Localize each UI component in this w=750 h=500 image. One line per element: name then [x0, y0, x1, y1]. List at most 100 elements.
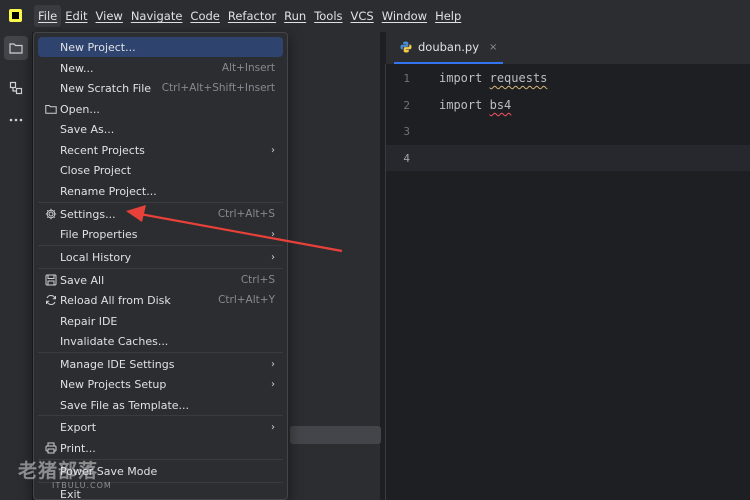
menu-item-label: Save All	[60, 273, 105, 287]
menu-item-save-all[interactable]: Save All Ctrl+S	[38, 270, 283, 290]
shortcut-label: Ctrl+Alt+Shift+Insert	[161, 82, 275, 94]
folder-icon[interactable]	[4, 36, 28, 60]
menu-item-label: New...	[60, 61, 94, 75]
tab-douban-py[interactable]: douban.py ×	[394, 32, 504, 64]
menu-view[interactable]: View	[92, 0, 127, 32]
menu-item-label: Export	[60, 420, 97, 434]
tool-window-strip	[0, 32, 33, 500]
menu-item-export[interactable]: Export ›	[38, 417, 283, 437]
shortcut-label: Ctrl+S	[240, 274, 275, 286]
project-selected-row[interactable]	[290, 426, 381, 444]
chevron-right-icon: ›	[271, 251, 275, 263]
menu-item-save-as[interactable]: Save As...	[38, 119, 283, 139]
menu-item-print[interactable]: Print...	[38, 438, 283, 458]
menu-item-manage-ide-settings[interactable]: Manage IDE Settings ›	[38, 354, 283, 374]
menu-item-new[interactable]: New... Alt+Insert	[38, 58, 283, 78]
chevron-right-icon: ›	[271, 144, 275, 156]
more-icon[interactable]	[4, 108, 28, 132]
menu-item-local-history[interactable]: Local History ›	[38, 247, 283, 267]
module-name: bs4	[489, 98, 512, 112]
save-icon	[44, 273, 58, 287]
close-icon[interactable]: ×	[489, 42, 497, 53]
menu-item-label: File Properties	[60, 227, 138, 241]
tab-label: douban.py	[418, 40, 480, 54]
code-line: import bs4	[439, 98, 511, 112]
menu-item-label: Reload All from Disk	[60, 293, 171, 307]
menu-item-label: New Projects Setup	[60, 377, 167, 391]
chevron-right-icon: ›	[271, 378, 275, 390]
shortcut-label: Alt+Insert	[221, 62, 275, 74]
menu-item-new-scratch-file[interactable]: New Scratch File Ctrl+Alt+Shift+Insert	[38, 78, 283, 98]
menu-item-label: Local History	[60, 250, 132, 264]
menu-item-label: Save File as Template...	[60, 398, 190, 412]
file-menu-dropdown: New Project... New... Alt+Insert New Scr…	[33, 32, 288, 500]
module-name: requests	[489, 71, 548, 85]
structure-icon[interactable]	[4, 76, 28, 100]
menu-separator	[38, 268, 283, 269]
menu-vcs[interactable]: VCS	[347, 0, 378, 32]
gear-icon	[44, 207, 58, 221]
menu-separator	[38, 245, 283, 246]
watermark-text: 老猪部落	[18, 460, 99, 482]
menu-item-label: Close Project	[60, 163, 132, 177]
code-line: import requests	[439, 71, 547, 85]
shortcut-label: Ctrl+Alt+Y	[218, 294, 275, 306]
menu-item-label: Print...	[60, 441, 96, 455]
app-logo-icon[interactable]	[9, 9, 22, 22]
menu-file[interactable]: File	[34, 5, 62, 27]
chevron-right-icon: ›	[271, 421, 275, 433]
menu-item-settings[interactable]: Settings... Ctrl+Alt+S	[38, 204, 283, 224]
menu-item-label: Manage IDE Settings	[60, 357, 175, 371]
folder-icon	[44, 102, 58, 116]
menu-navigate[interactable]: Navigate	[127, 0, 187, 32]
menu-item-file-properties[interactable]: File Properties ›	[38, 224, 283, 244]
menu-item-label: Repair IDE	[60, 314, 118, 328]
keyword: import	[439, 98, 483, 112]
menu-item-rename-project[interactable]: Rename Project...	[38, 181, 283, 201]
print-icon	[44, 441, 58, 455]
reload-icon	[44, 293, 58, 307]
menu-tools[interactable]: Tools	[310, 0, 346, 32]
line-gutter: 1 2 3 4	[386, 64, 434, 500]
menu-item-label: Rename Project...	[60, 184, 157, 198]
menu-item-new-projects-setup[interactable]: New Projects Setup ›	[38, 374, 283, 394]
menu-separator	[38, 352, 283, 353]
menu-item-label: Settings...	[60, 207, 116, 221]
main-menu: File Edit View Navigate Code Refactor Ru…	[34, 0, 465, 32]
menu-item-label: New Project...	[60, 40, 136, 54]
menu-item-label: Invalidate Caches...	[60, 334, 169, 348]
menu-window[interactable]: Window	[378, 0, 431, 32]
watermark: 老猪部落 ITBULU.COM	[18, 456, 128, 496]
menu-item-label: Open...	[60, 102, 100, 116]
menu-refactor[interactable]: Refactor	[224, 0, 280, 32]
menu-item-repair-ide[interactable]: Repair IDE	[38, 311, 283, 331]
menu-item-label: Save As...	[60, 122, 115, 136]
menu-item-label: New Scratch File	[60, 81, 152, 95]
menu-item-save-file-as-template[interactable]: Save File as Template...	[38, 395, 283, 415]
menu-item-open[interactable]: Open...	[38, 99, 283, 119]
watermark-url: ITBULU.COM	[52, 481, 112, 490]
menu-run[interactable]: Run	[280, 0, 310, 32]
editor-tab-bar: douban.py ×	[385, 32, 750, 64]
menu-code[interactable]: Code	[186, 0, 223, 32]
menu-item-close-project[interactable]: Close Project	[38, 160, 283, 180]
chevron-right-icon: ›	[271, 228, 275, 240]
python-file-icon	[400, 41, 412, 53]
line-number: 2	[403, 99, 410, 112]
shortcut-label: Ctrl+Alt+S	[217, 208, 275, 220]
menu-separator	[38, 202, 283, 203]
menu-bar: File Edit View Navigate Code Refactor Ru…	[0, 0, 750, 32]
menu-item-recent-projects[interactable]: Recent Projects ›	[38, 140, 283, 160]
menu-edit[interactable]: Edit	[61, 0, 91, 32]
chevron-right-icon: ›	[271, 358, 275, 370]
menu-item-invalidate-caches[interactable]: Invalidate Caches...	[38, 331, 283, 351]
menu-item-label: Recent Projects	[60, 143, 145, 157]
keyword: import	[439, 71, 483, 85]
menu-help[interactable]: Help	[431, 0, 465, 32]
code-editor[interactable]: 1 2 3 4 import requests import bs4	[385, 64, 750, 500]
current-line-highlight	[386, 145, 750, 171]
line-number: 1	[403, 72, 410, 85]
menu-item-reload-all-from-disk[interactable]: Reload All from Disk Ctrl+Alt+Y	[38, 290, 283, 310]
menu-separator	[38, 415, 283, 416]
menu-item-new-project[interactable]: New Project...	[38, 37, 283, 57]
